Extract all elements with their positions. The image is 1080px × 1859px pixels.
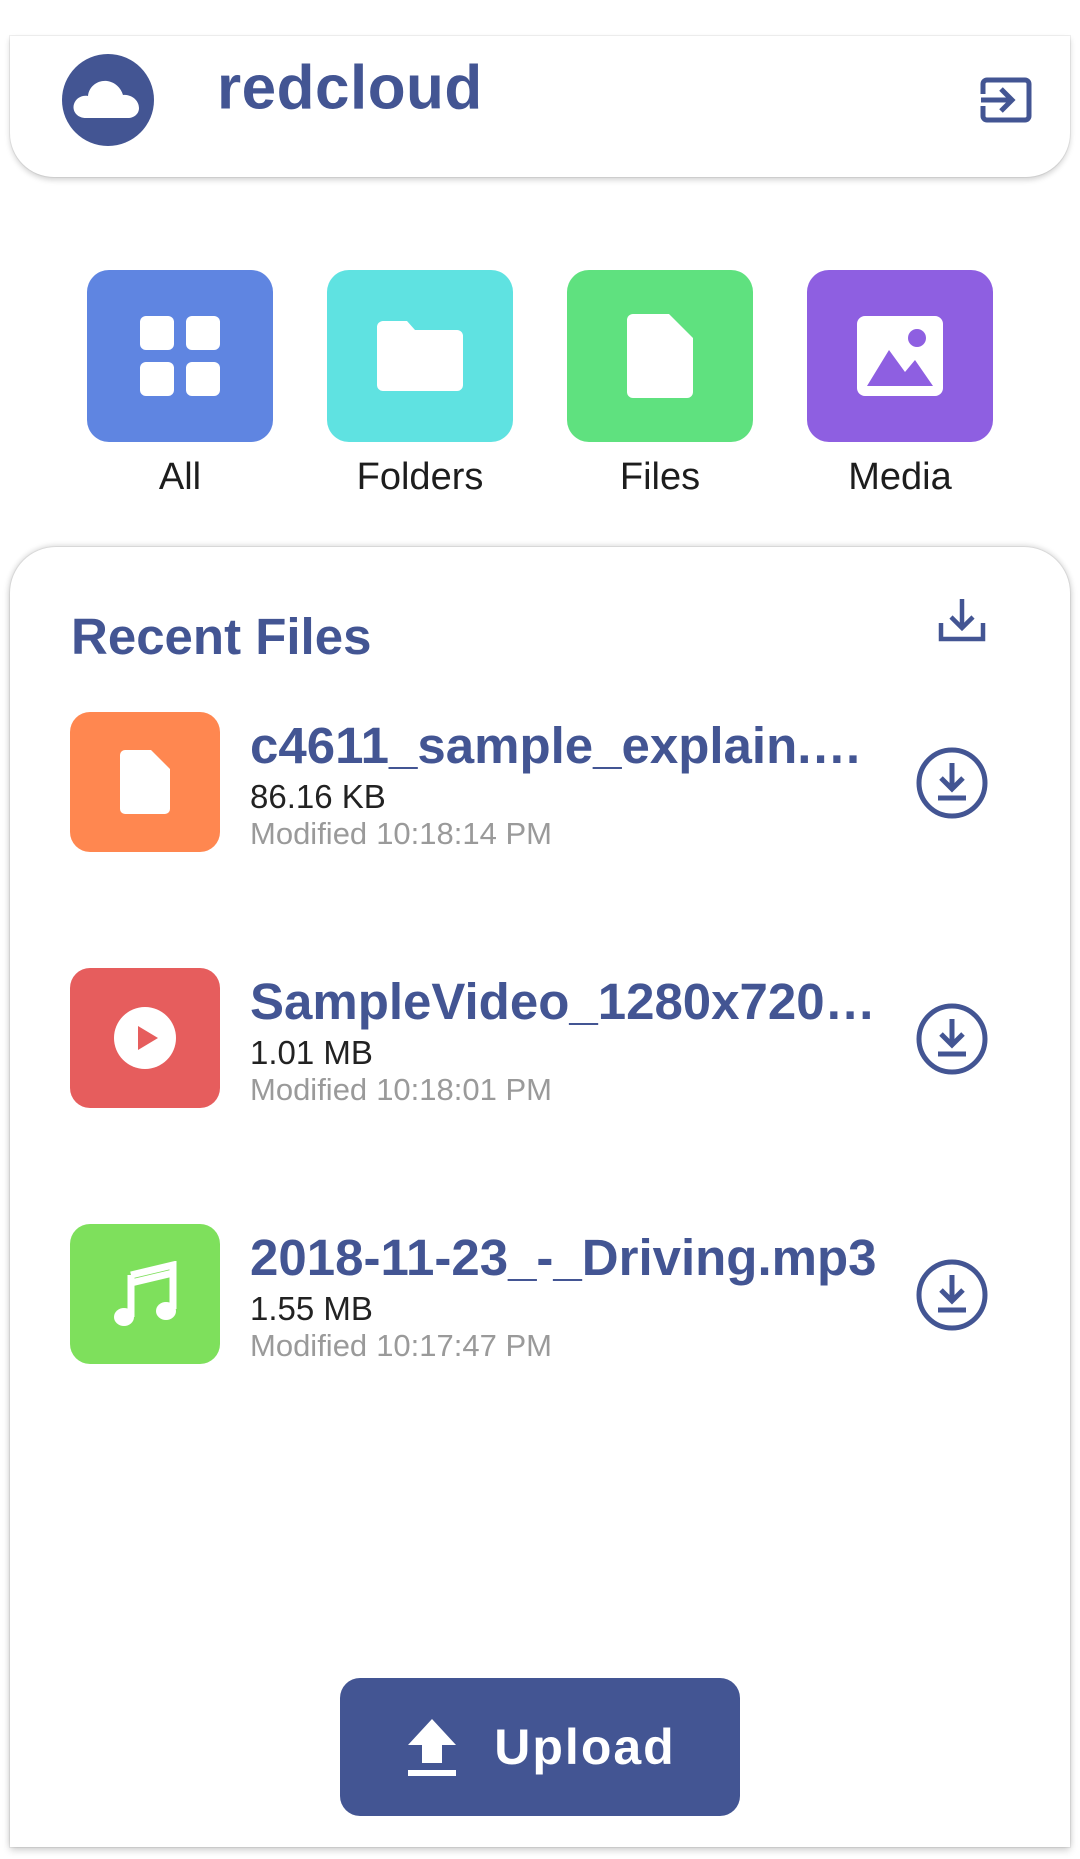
app-header: redcloud: [10, 36, 1070, 177]
category-folders-tile: [327, 270, 513, 442]
recent-file-item[interactable]: SampleVideo_1280x720_1mb.mp4 1.01 MB Mod…: [70, 968, 1030, 1108]
download-file-button[interactable]: [915, 1258, 989, 1332]
category-label: Files: [619, 456, 701, 498]
modified-label: Modified: [250, 816, 368, 851]
file-modified: Modified 10:18:01 PM: [250, 1072, 552, 1108]
file-name: c4611_sample_explain.pdf: [250, 717, 890, 774]
image-icon: [857, 316, 943, 396]
file-modified: Modified 10:17:47 PM: [250, 1328, 552, 1364]
category-media[interactable]: Media: [807, 270, 993, 499]
folder-icon: [377, 321, 463, 391]
category-grid: All Folders Files Media: [0, 270, 1080, 500]
file-icon: [627, 314, 693, 398]
recent-files-title: Recent Files: [71, 608, 372, 665]
download-all-button[interactable]: [927, 585, 997, 655]
sign-out-icon: [980, 77, 1032, 123]
upload-label: Upload: [494, 1719, 676, 1775]
cloud-logo-icon: [56, 48, 160, 152]
category-all[interactable]: All: [87, 270, 273, 499]
app-screen: redcloud All Folders Files Media Recent …: [0, 0, 1080, 1859]
modified-time: 10:18:14 PM: [376, 816, 552, 851]
document-icon: [120, 750, 170, 814]
modified-label: Modified: [250, 1328, 368, 1363]
download-icon: [938, 599, 986, 642]
category-files-tile: [567, 270, 753, 442]
file-type-tile: [70, 1224, 220, 1364]
recent-file-item[interactable]: c4611_sample_explain.pdf 86.16 KB Modifi…: [70, 712, 1030, 852]
file-type-tile: [70, 968, 220, 1108]
category-folders[interactable]: Folders: [327, 270, 513, 499]
file-name: SampleVideo_1280x720_1mb.mp4: [250, 973, 890, 1030]
upload-icon: [408, 1719, 457, 1776]
category-all-tile: [87, 270, 273, 442]
download-circle-icon: [916, 1003, 988, 1075]
modified-time: 10:18:01 PM: [376, 1072, 552, 1107]
grid-icon: [140, 316, 220, 396]
music-note-icon: [114, 1261, 177, 1326]
category-label: Folders: [356, 456, 484, 498]
app-name: redcloud: [217, 53, 483, 123]
category-media-tile: [807, 270, 993, 442]
download-file-button[interactable]: [915, 1002, 989, 1076]
recent-files-panel: Recent Files c4611_sample_explain.pdf 86…: [10, 547, 1070, 1847]
file-size: 1.55 MB: [250, 1290, 373, 1327]
logout-button[interactable]: [968, 61, 1046, 139]
file-type-tile: [70, 712, 220, 852]
modified-label: Modified: [250, 1072, 368, 1107]
category-label: All: [158, 456, 202, 498]
download-circle-icon: [916, 747, 988, 819]
category-label: Media: [848, 456, 952, 498]
file-modified: Modified 10:18:14 PM: [250, 816, 552, 852]
download-file-button[interactable]: [915, 746, 989, 820]
file-name: 2018-11-23_-_Driving.mp3: [250, 1229, 877, 1286]
play-icon: [114, 1007, 176, 1069]
file-size: 86.16 KB: [250, 778, 386, 815]
recent-file-item[interactable]: 2018-11-23_-_Driving.mp3 1.55 MB Modifie…: [70, 1224, 1030, 1364]
upload-button[interactable]: Upload: [340, 1678, 740, 1816]
category-files[interactable]: Files: [567, 270, 753, 499]
file-size: 1.01 MB: [250, 1034, 373, 1071]
modified-time: 10:17:47 PM: [376, 1328, 552, 1363]
download-circle-icon: [916, 1259, 988, 1331]
